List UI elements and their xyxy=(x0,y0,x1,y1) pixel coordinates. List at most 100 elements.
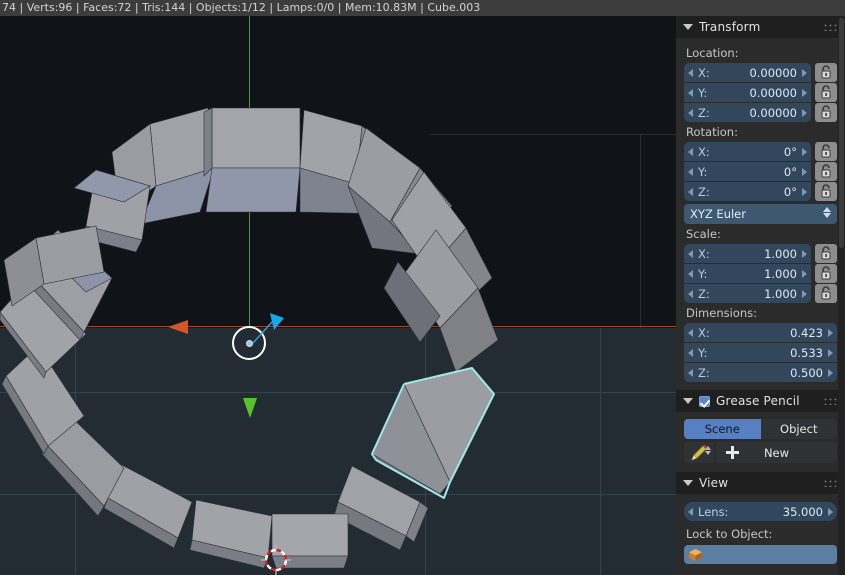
chevron-down-icon[interactable] xyxy=(683,480,693,486)
grease-pencil-checkbox[interactable] xyxy=(699,395,710,407)
chevron-updown-icon[interactable] xyxy=(823,207,831,218)
decrement-arrow-icon[interactable] xyxy=(688,270,693,278)
sidebar-scrollbar-thumb[interactable] xyxy=(839,18,844,248)
lock-scale-y-button[interactable] xyxy=(815,264,837,283)
scale-x-field[interactable]: X: 1.000 xyxy=(684,244,811,263)
drag-grip-icon[interactable] xyxy=(823,479,837,487)
rotation-y-row[interactable]: Y: 0° xyxy=(684,162,837,181)
transform-panel-header[interactable]: Transform xyxy=(676,16,845,38)
axis-value: 0° xyxy=(783,164,797,179)
increment-arrow-icon[interactable] xyxy=(828,369,833,377)
lock-rotation-x-button[interactable] xyxy=(815,142,837,161)
scale-x-row[interactable]: X: 1.000 xyxy=(684,244,837,263)
lock-location-y-button[interactable] xyxy=(815,83,837,102)
decrement-arrow-icon[interactable] xyxy=(688,329,693,337)
increment-arrow-icon[interactable] xyxy=(802,89,807,97)
mesh-torus[interactable] xyxy=(0,16,676,575)
unlock-icon xyxy=(821,246,831,260)
decrement-arrow-icon[interactable] xyxy=(688,369,693,377)
grease-pencil-browse-button[interactable] xyxy=(684,442,714,463)
increment-arrow-icon[interactable] xyxy=(802,109,807,117)
drag-grip-icon[interactable] xyxy=(823,397,837,405)
axis-label: Z: xyxy=(698,105,710,120)
increment-arrow-icon[interactable] xyxy=(828,349,833,357)
increment-arrow-icon[interactable] xyxy=(802,250,807,258)
view-panel-header[interactable]: View xyxy=(676,472,845,494)
decrement-arrow-icon[interactable] xyxy=(688,109,693,117)
axis-label: Y: xyxy=(698,345,708,360)
decrement-arrow-icon[interactable] xyxy=(688,290,693,298)
object-cube-icon xyxy=(689,548,702,561)
new-grease-pencil-button[interactable]: New xyxy=(716,442,837,463)
grease-pencil-source-toggle[interactable]: Scene Object xyxy=(684,419,837,439)
decrement-arrow-icon[interactable] xyxy=(688,69,693,77)
rotation-mode-dropdown[interactable]: XYZ Euler xyxy=(684,204,837,224)
sidebar-scrollbar[interactable] xyxy=(838,16,845,575)
location-x-row[interactable]: X: 0.00000 xyxy=(684,63,837,82)
unlock-icon xyxy=(821,144,831,158)
scale-y-field[interactable]: Y: 1.000 xyxy=(684,264,811,283)
increment-arrow-icon[interactable] xyxy=(802,290,807,298)
drag-grip-icon[interactable] xyxy=(823,23,837,31)
toggle-object[interactable]: Object xyxy=(760,419,837,439)
increment-arrow-icon[interactable] xyxy=(828,508,833,516)
dimensions-z-field[interactable]: Z: 0.500 xyxy=(684,363,837,382)
lens-field[interactable]: Lens: 35.000 xyxy=(684,502,837,521)
location-z-row[interactable]: Z: 0.00000 xyxy=(684,103,837,122)
unlock-icon xyxy=(821,105,831,119)
unlock-icon xyxy=(821,286,831,300)
location-y-row[interactable]: Y: 0.00000 xyxy=(684,83,837,102)
decrement-arrow-icon[interactable] xyxy=(688,168,693,176)
decrement-arrow-icon[interactable] xyxy=(688,188,693,196)
chevron-down-icon[interactable] xyxy=(683,24,693,30)
location-x-field[interactable]: X: 0.00000 xyxy=(684,63,811,82)
scale-z-row[interactable]: Z: 1.000 xyxy=(684,284,837,303)
lock-to-object-field[interactable] xyxy=(684,545,837,564)
axis-value: 0° xyxy=(783,144,797,159)
scale-y-row[interactable]: Y: 1.000 xyxy=(684,264,837,283)
location-z-field[interactable]: Z: 0.00000 xyxy=(684,103,811,122)
chevron-down-icon[interactable] xyxy=(683,398,693,404)
decrement-arrow-icon[interactable] xyxy=(688,250,693,258)
increment-arrow-icon[interactable] xyxy=(802,270,807,278)
increment-arrow-icon[interactable] xyxy=(802,168,807,176)
lock-scale-z-button[interactable] xyxy=(815,284,837,303)
manipulator-arrow-icon[interactable] xyxy=(248,310,288,348)
increment-arrow-icon[interactable] xyxy=(828,329,833,337)
increment-arrow-icon[interactable] xyxy=(802,148,807,156)
unlock-icon xyxy=(821,164,831,178)
lock-rotation-y-button[interactable] xyxy=(815,162,837,181)
dimensions-y-row[interactable]: Y: 0.533 xyxy=(684,343,837,362)
rotation-x-row[interactable]: X: 0° xyxy=(684,142,837,161)
dimensions-y-field[interactable]: Y: 0.533 xyxy=(684,343,837,362)
rotation-x-field[interactable]: X: 0° xyxy=(684,142,811,161)
blender-window: 74 | Verts:96 | Faces:72 | Tris:144 | Ob… xyxy=(0,0,845,575)
properties-sidebar[interactable]: Transform Location: X: 0.00000 Y: 0.0000… xyxy=(676,16,845,575)
axis-value: 1.000 xyxy=(764,246,797,261)
decrement-arrow-icon[interactable] xyxy=(688,508,693,516)
lock-location-x-button[interactable] xyxy=(815,63,837,82)
decrement-arrow-icon[interactable] xyxy=(688,148,693,156)
rotation-y-field[interactable]: Y: 0° xyxy=(684,162,811,181)
scale-z-field[interactable]: Z: 1.000 xyxy=(684,284,811,303)
grease-pencil-panel-header[interactable]: Grease Pencil xyxy=(676,390,845,412)
rotation-z-row[interactable]: Z: 0° xyxy=(684,182,837,201)
rotation-z-field[interactable]: Z: 0° xyxy=(684,182,811,201)
decrement-arrow-icon[interactable] xyxy=(688,349,693,357)
toggle-scene[interactable]: Scene xyxy=(684,419,761,439)
3d-viewport[interactable] xyxy=(0,16,676,575)
lock-rotation-z-button[interactable] xyxy=(815,182,837,201)
decrement-arrow-icon[interactable] xyxy=(688,89,693,97)
dimensions-z-row[interactable]: Z: 0.500 xyxy=(684,363,837,382)
grease-pencil-new-row[interactable]: New xyxy=(684,442,837,463)
rotation-mode-value: XYZ Euler xyxy=(690,207,746,221)
dimensions-x-row[interactable]: X: 0.423 xyxy=(684,323,837,342)
lock-scale-x-button[interactable] xyxy=(815,244,837,263)
dimensions-x-field[interactable]: X: 0.423 xyxy=(684,323,837,342)
increment-arrow-icon[interactable] xyxy=(802,69,807,77)
chevron-updown-icon[interactable] xyxy=(705,446,711,455)
location-y-field[interactable]: Y: 0.00000 xyxy=(684,83,811,102)
increment-arrow-icon[interactable] xyxy=(802,188,807,196)
axis-value: 0° xyxy=(783,184,797,199)
lock-location-z-button[interactable] xyxy=(815,103,837,122)
